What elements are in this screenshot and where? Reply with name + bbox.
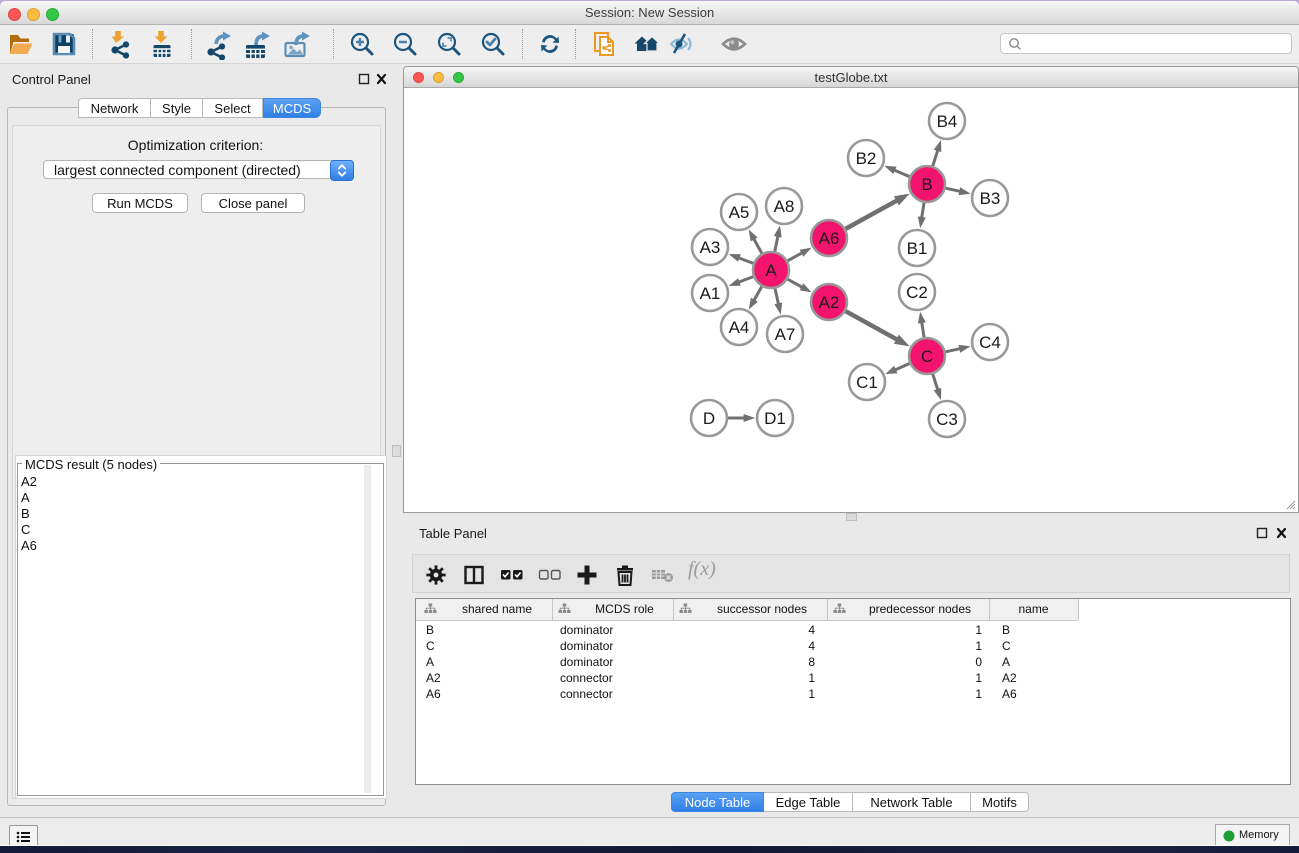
svg-text:D1: D1 [764,409,786,428]
svg-text:A4: A4 [729,318,750,337]
svg-text:C4: C4 [979,333,1001,352]
svg-text:A6: A6 [819,229,840,248]
svg-text:D: D [703,409,715,428]
svg-text:A5: A5 [729,203,750,222]
svg-text:B1: B1 [907,239,928,258]
svg-text:C2: C2 [906,283,928,302]
svg-text:A8: A8 [774,197,795,216]
svg-text:B3: B3 [980,189,1001,208]
svg-text:A1: A1 [700,284,721,303]
svg-text:A2: A2 [819,293,840,312]
svg-text:B: B [921,175,932,194]
svg-text:C: C [921,347,933,366]
svg-text:A3: A3 [700,238,721,257]
svg-text:C1: C1 [856,373,878,392]
svg-text:A7: A7 [775,325,796,344]
svg-text:A: A [765,261,777,280]
svg-text:C3: C3 [936,410,958,429]
svg-text:B2: B2 [856,149,877,168]
svg-text:B4: B4 [937,112,958,131]
